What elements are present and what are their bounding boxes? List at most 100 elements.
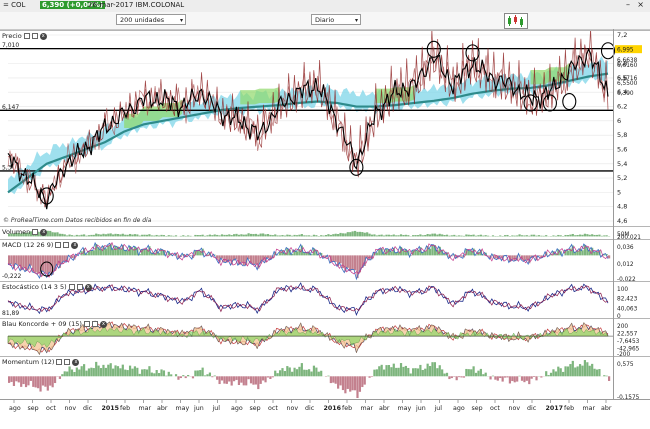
volume-panel: Volumen x 50M200,021 <box>0 226 650 240</box>
histogram-bar <box>436 368 438 376</box>
histogram-bar <box>223 235 225 237</box>
histogram-bar <box>131 235 133 237</box>
x-tick-label: abr <box>601 405 612 412</box>
price-chart[interactable]: 7,276,86,66,46,265,85,65,45,254,84,67,01… <box>0 31 650 227</box>
settings-icon[interactable] <box>56 359 62 365</box>
close-panel-icon[interactable]: x <box>85 284 92 291</box>
histogram-bar <box>257 235 259 237</box>
histogram-bar <box>405 366 407 376</box>
settings-icon[interactable] <box>84 321 90 327</box>
period-select[interactable]: Diario▾ <box>311 14 361 25</box>
window-icon[interactable] <box>64 359 70 365</box>
x-tick-label: dic <box>305 405 315 412</box>
histogram-bar <box>412 235 414 236</box>
x-tick-label: mar <box>583 405 596 412</box>
histogram-bar <box>88 368 90 376</box>
histogram-bar <box>199 370 201 376</box>
histogram-bar <box>139 374 141 376</box>
histogram-bar <box>52 376 54 387</box>
histogram-bar <box>163 235 165 236</box>
histogram-bar <box>281 368 283 376</box>
histogram-bar <box>228 234 230 236</box>
histogram-bar <box>393 234 395 236</box>
histogram-bar <box>277 373 279 376</box>
settings-icon[interactable] <box>69 284 75 290</box>
close-panel-icon[interactable]: x <box>40 229 47 236</box>
histogram-bar <box>248 233 250 236</box>
histogram-bar <box>119 234 121 236</box>
histogram-bar <box>581 235 583 237</box>
close-panel-icon[interactable]: x <box>71 242 78 249</box>
histogram-bar <box>414 250 416 255</box>
histogram-bar <box>168 372 170 376</box>
histogram-bar <box>349 376 351 391</box>
window-icon[interactable] <box>92 321 98 327</box>
histogram-bar <box>303 370 305 377</box>
histogram-bar <box>548 375 550 376</box>
settings-icon[interactable] <box>55 242 61 248</box>
histogram-bar <box>175 374 177 376</box>
histogram-bar <box>194 371 196 377</box>
histogram-bar <box>344 376 346 393</box>
histogram-bar <box>226 376 228 384</box>
window-icon[interactable] <box>63 242 69 248</box>
histogram-bar <box>134 247 136 256</box>
histogram-bar <box>381 365 383 376</box>
x-tick-label: nov <box>509 405 521 412</box>
histogram-bar <box>335 255 337 262</box>
histogram-bar <box>451 235 453 236</box>
histogram-bar <box>202 235 204 237</box>
histogram-bar <box>460 236 462 237</box>
histogram-bar <box>332 234 334 236</box>
settings-icon[interactable] <box>32 229 38 235</box>
histogram-bar <box>306 235 308 236</box>
close-panel-icon[interactable]: x <box>40 33 47 40</box>
histogram-bar <box>68 235 70 237</box>
histogram-bar <box>124 370 126 377</box>
window-icon[interactable] <box>32 33 38 39</box>
histogram-bar <box>252 234 254 236</box>
close-icon[interactable]: × <box>637 0 644 9</box>
histogram-bar <box>131 369 133 377</box>
units-select-value: 200 unidades <box>120 16 164 24</box>
settings-icon[interactable] <box>24 33 30 39</box>
histogram-bar <box>85 371 87 377</box>
window-icon[interactable] <box>77 284 83 290</box>
histogram-bar <box>25 376 27 387</box>
histogram-bar <box>385 365 387 376</box>
histogram-bar <box>56 232 58 236</box>
histogram-bar <box>216 376 218 380</box>
histogram-bar <box>243 255 245 265</box>
histogram-bar <box>197 251 199 255</box>
histogram-bar <box>127 370 129 376</box>
histogram-bar <box>223 376 225 383</box>
histogram-bar <box>485 373 487 377</box>
histogram-bar <box>252 255 254 264</box>
histogram-bar <box>473 235 475 237</box>
close-panel-icon[interactable]: x <box>100 321 107 328</box>
histogram-bar <box>557 235 559 236</box>
close-panel-icon[interactable]: x <box>72 359 79 366</box>
histogram-bar <box>506 235 508 236</box>
chart-type-icon[interactable] <box>504 13 528 29</box>
histogram-bar <box>320 235 322 236</box>
histogram-bar <box>581 366 583 377</box>
volume-title-text: Volumen <box>2 228 30 236</box>
histogram-bar <box>83 234 85 236</box>
histogram-bar <box>603 235 605 236</box>
momentum-panel: Momentum (12) x 0,575-0,1575 <box>0 356 650 400</box>
histogram-bar <box>209 373 211 377</box>
histogram-bar <box>596 235 598 236</box>
units-select[interactable]: 200 unidades▾ <box>116 14 186 25</box>
histogram-bar <box>458 235 460 236</box>
minimize-icon[interactable]: – <box>626 0 630 9</box>
histogram-bar <box>398 235 400 236</box>
histogram-bar <box>100 235 102 237</box>
histogram-bar <box>431 234 433 237</box>
right-value-label: 0,012 <box>617 262 634 268</box>
histogram-bar <box>354 376 356 390</box>
instrument-date-name: 26-mar-2017 IBM.COLONAL <box>88 1 184 9</box>
histogram-bar <box>37 376 39 388</box>
histogram-bar <box>54 232 56 236</box>
histogram-bar <box>52 232 54 236</box>
